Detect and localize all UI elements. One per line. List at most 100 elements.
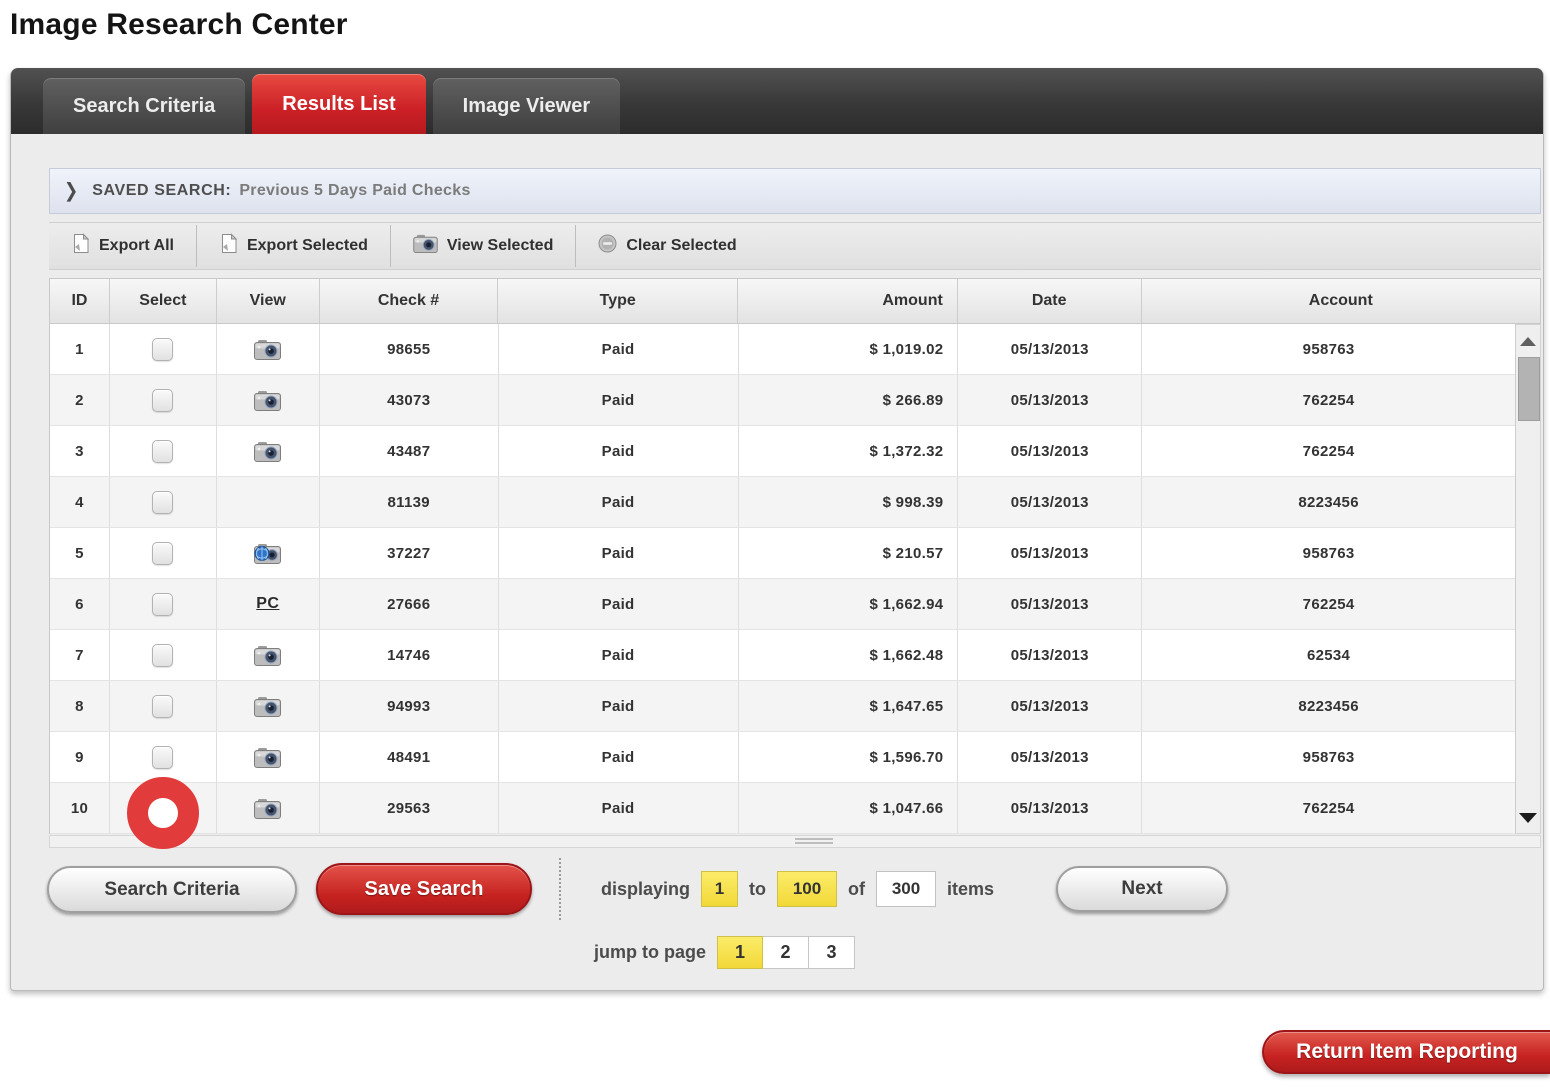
- view-image-camera-icon[interactable]: [254, 747, 282, 768]
- cell-select: [110, 732, 217, 782]
- next-page-button[interactable]: Next: [1056, 866, 1228, 912]
- cell-view: [217, 324, 320, 374]
- clear-selected-button[interactable]: Clear Selected: [576, 223, 758, 269]
- view-image-camera-icon[interactable]: [254, 390, 282, 411]
- cell-select: [110, 630, 217, 680]
- jump-to-page-controls: jump to page 1 2 3: [594, 934, 855, 970]
- page-button-1[interactable]: 1: [717, 935, 763, 969]
- table-row: 5 37227 Paid $ 210.57 05/13/2013 958763: [50, 528, 1515, 579]
- cell-date: 05/13/2013: [958, 324, 1143, 374]
- row-select-checkbox[interactable]: [152, 745, 174, 769]
- cell-date: 05/13/2013: [958, 426, 1143, 476]
- camera-icon: [413, 234, 438, 258]
- cell-check-number: 81139: [320, 477, 499, 527]
- cell-amount: $ 1,047.66: [739, 783, 959, 833]
- row-select-checkbox[interactable]: [152, 337, 174, 361]
- cell-account: 8223456: [1298, 697, 1359, 715]
- displaying-label: displaying: [601, 878, 691, 899]
- cell-type: Paid: [499, 528, 739, 578]
- image-research-center-page: Image Research Center Search Criteria Re…: [0, 0, 1550, 1087]
- cell-date: 05/13/2013: [958, 375, 1143, 425]
- table-row: 3 43487 Paid $ 1,372.32 05/13/2013 76225…: [50, 426, 1515, 477]
- results-toolbar: Export All Export Selected View Selected…: [49, 222, 1541, 270]
- vertical-scrollbar[interactable]: [1515, 324, 1541, 834]
- to-label: to: [749, 878, 767, 899]
- cell-view: [217, 630, 320, 680]
- view-image-camera-icon[interactable]: [254, 696, 282, 717]
- cell-date: 05/13/2013: [958, 732, 1143, 782]
- cell-type: Paid: [499, 324, 739, 374]
- cell-type: Paid: [499, 579, 739, 629]
- table-row: 7 14746 Paid $ 1,662.48 05/13/2013 62534: [50, 630, 1515, 681]
- pc-view-link[interactable]: PC: [256, 595, 279, 613]
- cell-type: Paid: [499, 375, 739, 425]
- cell-check-number: 94993: [320, 681, 499, 731]
- row-select-checkbox[interactable]: [152, 490, 174, 514]
- cell-account: 958763: [1302, 544, 1355, 562]
- table-header-row: ID Select View Check # Type Amount Date …: [49, 278, 1541, 324]
- saved-search-bar[interactable]: ❯ SAVED SEARCH: Previous 5 Days Paid Che…: [49, 168, 1541, 214]
- view-image-camera-icon[interactable]: [254, 339, 282, 360]
- save-search-button[interactable]: Save Search: [316, 863, 532, 915]
- row-select-checkbox[interactable]: [152, 643, 174, 667]
- export-all-button[interactable]: Export All: [49, 223, 196, 269]
- page-button-3[interactable]: 3: [809, 935, 855, 969]
- scroll-up-arrow-icon[interactable]: [1520, 337, 1536, 346]
- cell-view: [217, 732, 320, 782]
- main-panel: Search Criteria Results List Image Viewe…: [10, 68, 1544, 991]
- cell-date: 05/13/2013: [958, 579, 1143, 629]
- cell-date: 05/13/2013: [958, 783, 1143, 833]
- chevron-right-icon: ❯: [64, 179, 79, 202]
- return-item-reporting-button[interactable]: Return Item Reporting: [1262, 1030, 1550, 1074]
- cell-amount: $ 1,596.70: [739, 732, 959, 782]
- view-image-camera-icon[interactable]: [254, 645, 282, 666]
- cell-select: [110, 528, 217, 578]
- view-image-pending-camera-icon[interactable]: [254, 543, 282, 564]
- displaying-status: displaying 1 to 100 of 300 items: [601, 868, 994, 910]
- export-document-icon: [71, 233, 90, 259]
- cell-date: 05/13/2013: [958, 528, 1143, 578]
- cell-view: [217, 426, 320, 476]
- clear-selected-label: Clear Selected: [626, 237, 737, 254]
- row-select-checkbox[interactable]: [152, 541, 174, 565]
- jump-to-page-label: jump to page: [594, 941, 706, 962]
- export-selected-button[interactable]: Export Selected: [197, 223, 390, 269]
- cell-amount: $ 1,372.32: [739, 426, 959, 476]
- export-all-label: Export All: [99, 237, 174, 254]
- row-select-checkbox[interactable]: [152, 694, 174, 718]
- tab-results-list[interactable]: Results List: [252, 74, 426, 134]
- cell-view: PC: [217, 579, 320, 629]
- displaying-to-value: 100: [777, 871, 838, 907]
- cell-select: [110, 375, 217, 425]
- results-table: ID Select View Check # Type Amount Date …: [49, 278, 1541, 848]
- table-row: 4 81139 Paid $ 998.39 05/13/2013 8223456: [50, 477, 1515, 528]
- cell-amount: $ 266.89: [739, 375, 959, 425]
- cell-view: [217, 477, 320, 527]
- clear-circle-icon: [598, 234, 617, 258]
- scroll-down-arrow-icon[interactable]: [1519, 813, 1537, 823]
- view-selected-button[interactable]: View Selected: [391, 223, 575, 269]
- tab-image-viewer[interactable]: Image Viewer: [432, 78, 621, 134]
- cell-amount: $ 210.57: [739, 528, 959, 578]
- row-select-checkbox[interactable]: [152, 388, 174, 412]
- page-button-2[interactable]: 2: [763, 935, 809, 969]
- table-row: 1 98655 Paid $ 1,019.02 05/13/2013 95876…: [50, 324, 1515, 375]
- row-select-checkbox[interactable]: [152, 439, 174, 463]
- cell-id: 9: [50, 732, 110, 782]
- horizontal-scrollbar-grip[interactable]: [795, 838, 833, 845]
- vertical-scrollbar-thumb[interactable]: [1518, 357, 1540, 421]
- horizontal-scrollbar[interactable]: [49, 835, 1541, 848]
- cell-check-number: 43487: [320, 426, 499, 476]
- search-criteria-button[interactable]: Search Criteria: [47, 866, 297, 913]
- cell-id: 6: [50, 579, 110, 629]
- view-image-camera-icon[interactable]: [254, 441, 282, 462]
- page-title: Image Research Center: [10, 8, 348, 41]
- cell-type: Paid: [499, 681, 739, 731]
- cell-id: 8: [50, 681, 110, 731]
- view-image-camera-icon[interactable]: [254, 798, 282, 819]
- row-select-checkbox[interactable]: [152, 592, 174, 616]
- tab-search-criteria[interactable]: Search Criteria: [43, 78, 246, 134]
- items-label: items: [947, 878, 995, 899]
- cell-amount: $ 1,662.94: [739, 579, 959, 629]
- table-row: 6 PC 27666 Paid $ 1,662.94 05/13/2013 76…: [50, 579, 1515, 630]
